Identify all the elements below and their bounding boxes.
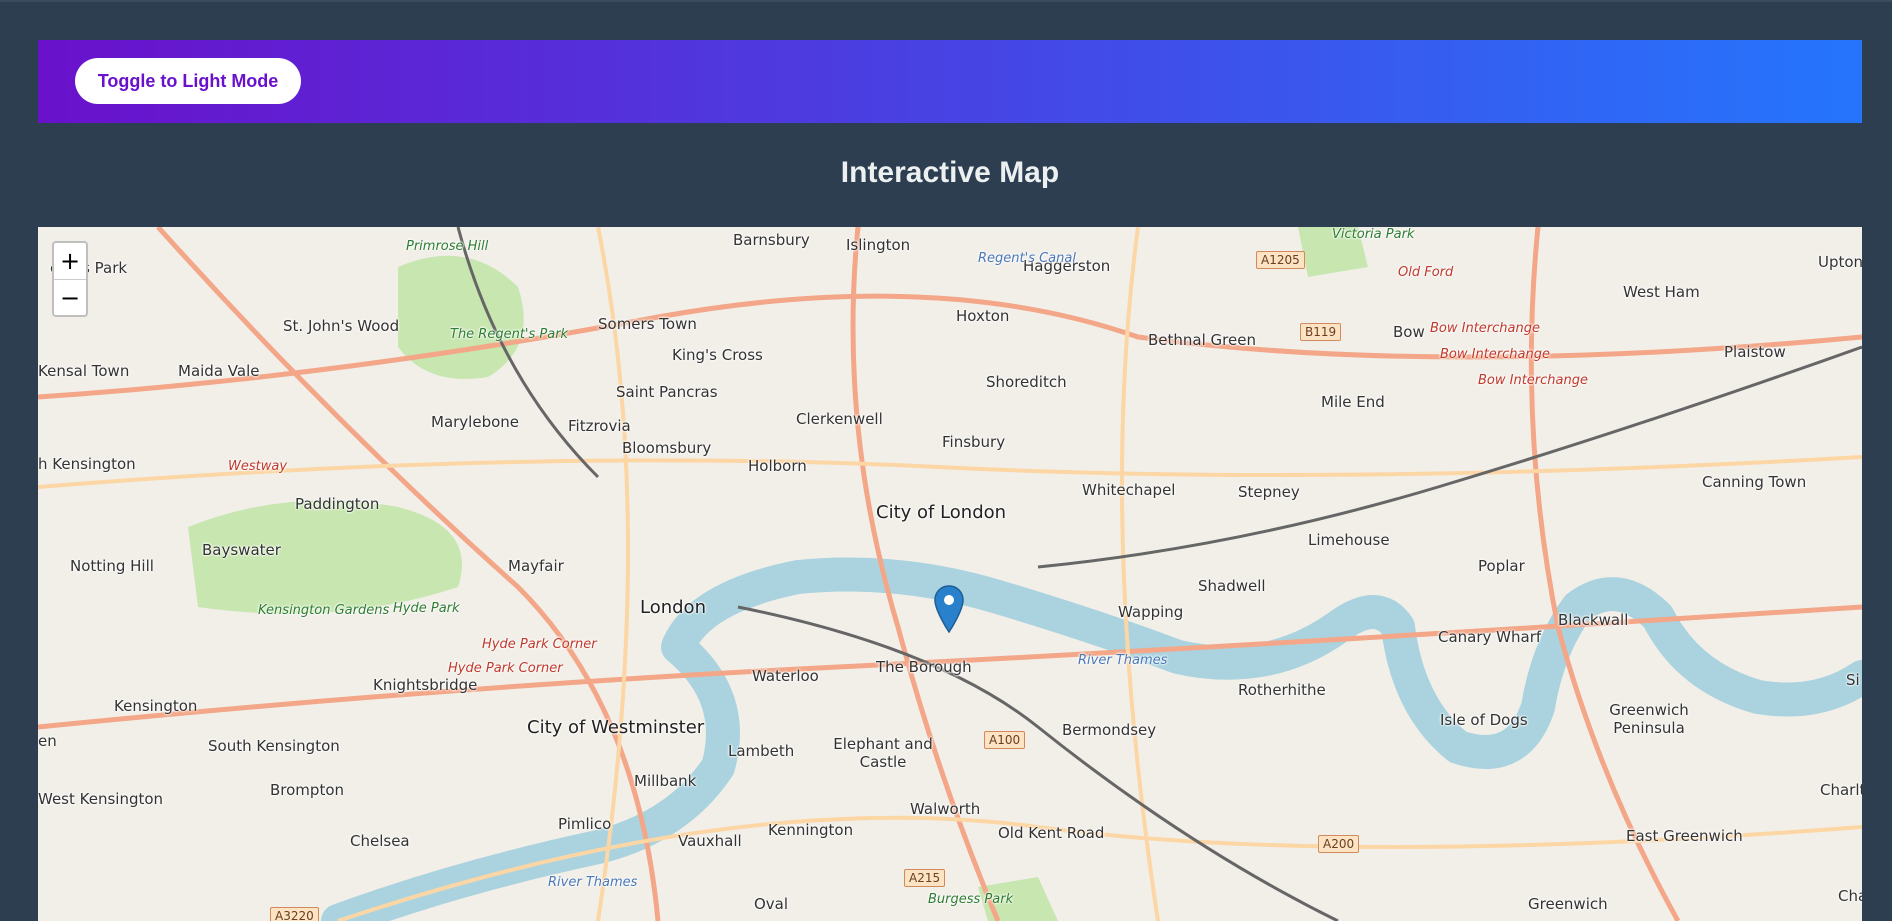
map-label: City of Westminster — [527, 717, 705, 738]
map-label: Islington — [846, 236, 911, 254]
map-label: Mile End — [1321, 393, 1385, 411]
map-label: West Kensington — [38, 790, 164, 808]
map-marker-icon[interactable] — [934, 585, 964, 633]
map-label: Si — [1846, 671, 1860, 689]
park-label: Victoria Park — [1332, 227, 1415, 242]
map-label: West Ham — [1623, 283, 1700, 301]
park-label: Primrose Hill — [406, 239, 489, 254]
map-label: Old Kent Road — [998, 824, 1105, 842]
map-label: Oval — [754, 895, 789, 913]
map-label: Charlt — [1820, 781, 1862, 799]
map-label: Somers Town — [598, 315, 697, 333]
map-label: Elephant and Castle — [833, 735, 933, 771]
map-label: Kensington — [114, 697, 198, 715]
map-label: St. John's Wood — [283, 317, 400, 335]
map-label: Plaistow — [1724, 343, 1786, 361]
map-label: The Borough — [876, 658, 972, 676]
map-label: Hoxton — [956, 307, 1010, 325]
road-label: Hyde Park Corner — [448, 661, 563, 676]
water-label: River Thames — [1078, 653, 1168, 668]
header-bar: Toggle to Light Mode — [38, 40, 1862, 123]
map-label: City of London — [876, 502, 1007, 523]
water-label: Regent's Canal — [978, 251, 1076, 266]
map-label: Saint Pancras — [616, 383, 718, 401]
page-title: Interactive Map — [840, 156, 1060, 189]
map-label: Mayfair — [508, 557, 564, 575]
map-label: Canary Wharf — [1438, 628, 1542, 646]
map-container[interactable]: een's Park Barnsbury Islington Haggersto… — [38, 227, 1862, 921]
map-label: Cha — [1838, 887, 1862, 905]
map-label: en — [38, 732, 57, 750]
map-label: Marylebone — [431, 413, 520, 431]
road-label: Westway — [228, 459, 288, 474]
zoom-in-button[interactable]: + — [54, 243, 86, 280]
map-label: Waterloo — [752, 667, 819, 685]
road-shield: A3220 — [270, 907, 319, 921]
map-label: Chelsea — [350, 832, 410, 850]
map-label: Lambeth — [728, 742, 795, 760]
map-label: Bermondsey — [1062, 721, 1157, 739]
road-shield: A215 — [904, 869, 946, 887]
park-label: Hyde Park — [393, 601, 460, 616]
map-label: Finsbury — [942, 433, 1006, 451]
map-label: London — [640, 597, 706, 618]
map-label: h Kensington — [38, 455, 136, 473]
road-shield: A100 — [984, 731, 1026, 749]
map-label: Pimlico — [558, 815, 612, 833]
road-label: Bow Interchange — [1430, 321, 1540, 336]
map-label: East Greenwich — [1626, 827, 1743, 845]
map-label: Knightsbridge — [373, 676, 478, 694]
map-label: Shadwell — [1198, 577, 1266, 595]
road-shield: A200 — [1318, 835, 1360, 853]
map-label: Holborn — [748, 457, 807, 475]
map-label: Canning Town — [1702, 473, 1807, 491]
map-label: Brompton — [270, 781, 345, 799]
map-label: Fitzrovia — [568, 417, 631, 435]
road-label: Bow Interchange — [1440, 347, 1550, 362]
zoom-control: + − — [52, 241, 88, 317]
park-label: The Regent's Park — [450, 327, 569, 342]
park-label: Burgess Park — [928, 892, 1014, 907]
map-label: Poplar — [1478, 557, 1525, 575]
theme-toggle-button[interactable]: Toggle to Light Mode — [75, 58, 301, 104]
road-label: Hyde Park Corner — [482, 637, 597, 652]
road-shield: B119 — [1300, 323, 1342, 341]
map-label: Isle of Dogs — [1440, 711, 1528, 729]
map-label: Bethnal Green — [1148, 331, 1256, 349]
water-label: River Thames — [548, 875, 638, 890]
map-label: Bow — [1393, 323, 1425, 341]
road-label: Bow Interchange — [1478, 373, 1588, 388]
map-label: South Kensington — [208, 737, 340, 755]
road-shield: A1205 — [1256, 251, 1305, 269]
map-label: Rotherhithe — [1238, 681, 1326, 699]
map-label: Vauxhall — [678, 832, 742, 850]
map-label: Shoreditch — [986, 373, 1067, 391]
map-label: Whitechapel — [1082, 481, 1176, 499]
map-label: Maida Vale — [178, 362, 260, 380]
map-label: King's Cross — [672, 346, 763, 364]
map-label: Kensal Town — [38, 362, 130, 380]
map-label: Millbank — [634, 772, 697, 790]
map-label: Barnsbury — [733, 231, 810, 249]
map-label: Paddington — [295, 495, 380, 513]
map-label: Stepney — [1238, 483, 1300, 501]
map-label: Kennington — [768, 821, 854, 839]
map-label: Bloomsbury — [622, 439, 712, 457]
top-border — [0, 0, 1892, 2]
map-label: Walworth — [910, 800, 981, 818]
map-label: Blackwall — [1558, 611, 1629, 629]
map-label: Bayswater — [202, 541, 281, 559]
map-label: Greenwich Peninsula — [1609, 701, 1689, 737]
zoom-out-button[interactable]: − — [54, 280, 86, 315]
map-label: Notting Hill — [70, 557, 154, 575]
road-label: Old Ford — [1398, 265, 1454, 280]
map-label: Clerkenwell — [796, 410, 883, 428]
park-label: Kensington Gardens — [258, 603, 390, 618]
map-label: Limehouse — [1308, 531, 1390, 549]
map-label: Upton — [1818, 253, 1862, 271]
map-label: Greenwich — [1528, 895, 1608, 913]
map-label: Wapping — [1118, 603, 1184, 621]
